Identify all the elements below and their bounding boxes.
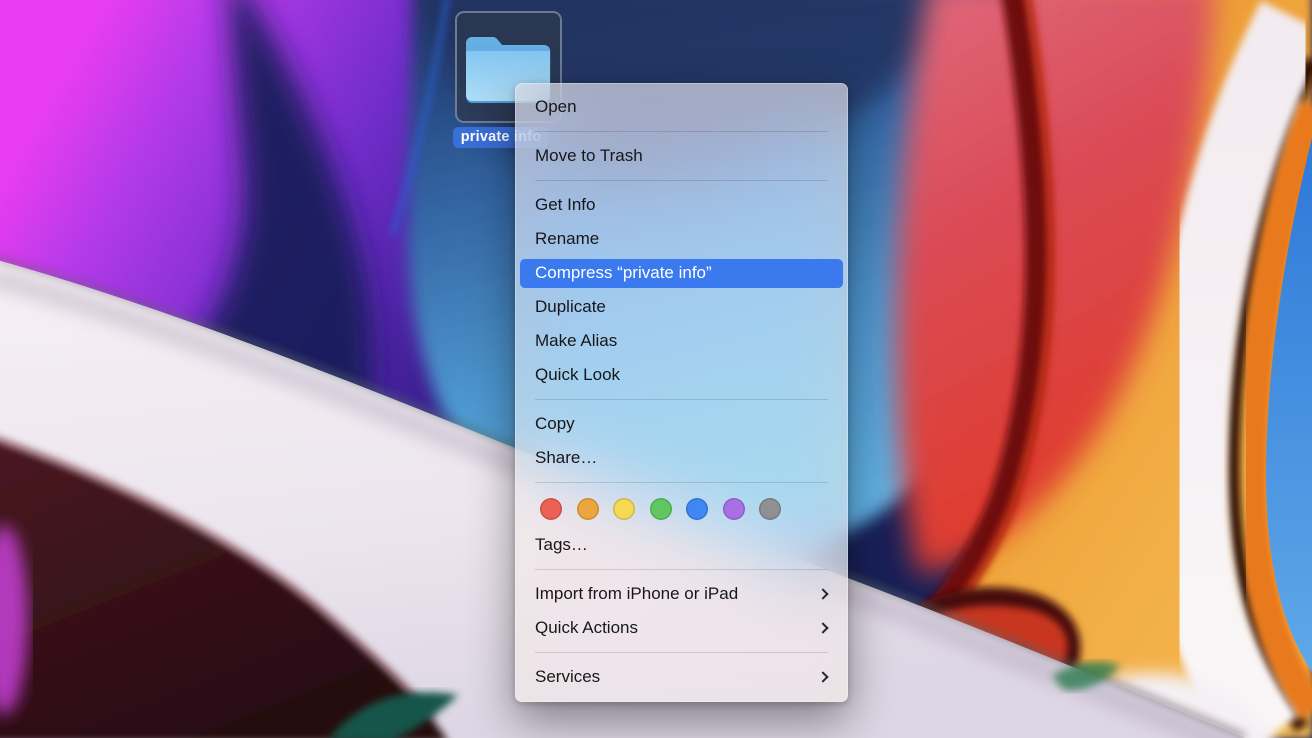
menu-divider	[535, 131, 828, 132]
tag-dot-orange[interactable]	[577, 498, 599, 520]
menu-item-services[interactable]: Services	[515, 660, 848, 694]
menu-item-label: Copy	[535, 414, 830, 434]
menu-divider	[535, 399, 828, 400]
tag-dot-red[interactable]	[540, 498, 562, 520]
tag-dot-gray[interactable]	[759, 498, 781, 520]
menu-item-label: Quick Look	[535, 365, 830, 385]
menu-item-import-from-iphone-or-ipad[interactable]: Import from iPhone or iPad	[515, 577, 848, 611]
menu-item-label: Import from iPhone or iPad	[535, 584, 819, 604]
menu-item-label: Services	[535, 667, 819, 687]
menu-item-label: Share…	[535, 448, 830, 468]
menu-item-get-info[interactable]: Get Info	[515, 188, 848, 222]
tag-dot-blue[interactable]	[686, 498, 708, 520]
menu-item-copy[interactable]: Copy	[515, 407, 848, 441]
menu-item-label: Get Info	[535, 195, 830, 215]
context-menu: Open Move to Trash Get Info Rename Compress …	[515, 83, 848, 702]
menu-item-quick-look[interactable]: Quick Look	[515, 358, 848, 392]
menu-item-duplicate[interactable]: Duplicate	[515, 290, 848, 324]
menu-item-label: Compress “private info”	[535, 263, 830, 283]
menu-item-label: Open	[535, 97, 830, 117]
menu-item-rename[interactable]: Rename	[515, 222, 848, 256]
tag-dot-yellow[interactable]	[613, 498, 635, 520]
menu-item-quick-actions[interactable]: Quick Actions	[515, 611, 848, 645]
menu-item-label: Move to Trash	[535, 146, 830, 166]
menu-item-label: Rename	[535, 229, 830, 249]
menu-divider	[535, 482, 828, 483]
tag-colors-row	[515, 490, 848, 528]
menu-item-move-to-trash[interactable]: Move to Trash	[515, 139, 848, 173]
submenu-chevron-icon	[817, 622, 828, 633]
menu-item-share[interactable]: Share…	[515, 441, 848, 475]
submenu-chevron-icon	[817, 588, 828, 599]
menu-item-open[interactable]: Open	[515, 90, 848, 124]
menu-item-label: Quick Actions	[535, 618, 819, 638]
menu-divider	[535, 180, 828, 181]
menu-item-label: Duplicate	[535, 297, 830, 317]
menu-item-make-alias[interactable]: Make Alias	[515, 324, 848, 358]
menu-item-compress-private-info[interactable]: Compress “private info”	[520, 259, 843, 288]
menu-item-label: Tags…	[535, 535, 830, 555]
menu-item-label: Make Alias	[535, 331, 830, 351]
menu-item-tags[interactable]: Tags…	[515, 528, 848, 562]
menu-divider	[535, 652, 828, 653]
menu-divider	[535, 569, 828, 570]
tag-dot-green[interactable]	[650, 498, 672, 520]
tag-dot-purple[interactable]	[723, 498, 745, 520]
submenu-chevron-icon	[817, 671, 828, 682]
